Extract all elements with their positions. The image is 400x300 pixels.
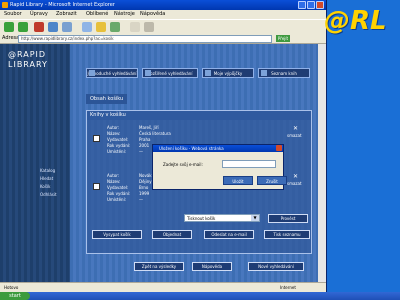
start-button[interactable]: start (0, 292, 30, 300)
tab-book-list[interactable]: Seznam knih (258, 68, 310, 78)
email-dialog: Uložení košíku - Webová stránka Zadejte … (152, 144, 287, 190)
history-icon[interactable] (110, 22, 120, 32)
location-label: Umístění: (107, 149, 127, 154)
stop-icon[interactable] (34, 22, 44, 32)
perform-action-button[interactable]: Provést (268, 214, 308, 223)
address-label: Adresa (2, 35, 20, 41)
tab-my-loans[interactable]: Moje výpůjčky (202, 68, 254, 78)
panel-title: Knihy v košíku (87, 111, 311, 120)
location-value: — (139, 197, 143, 202)
chevron-down-icon: ▼ (251, 215, 259, 221)
mail-icon[interactable] (130, 22, 140, 32)
window-title: Rapid Library - Microsoft Internet Explo… (10, 2, 115, 8)
taskbar: start (0, 292, 400, 300)
ie-icon (2, 2, 8, 8)
new-search-button[interactable]: Nové vyhledávání (248, 262, 304, 271)
save-button[interactable]: Uložit (223, 176, 253, 185)
home-icon[interactable] (62, 22, 72, 32)
left-sidebar: @RAPID LIBRARY Katalog Hledat Košík Odhl… (0, 44, 70, 282)
location-value: — (139, 149, 143, 154)
favorites-icon[interactable] (96, 22, 106, 32)
minimize-button[interactable] (298, 1, 306, 9)
author-label: Autor: (107, 173, 120, 178)
print-icon[interactable] (144, 22, 154, 32)
year-value: 1999 (139, 191, 150, 196)
book-icon (89, 70, 95, 76)
book-icon (145, 70, 151, 76)
email-label: Zadejte svůj e-mail: (163, 162, 203, 167)
scrollbar[interactable] (318, 44, 326, 282)
year-label: Rok vydání: (107, 143, 131, 148)
address-input[interactable]: http://www.rapidlibrary.cz/index.php?ac=… (18, 35, 272, 43)
menu-bar: Soubor Úpravy Zobrazit Oblíbené Nástroje… (0, 10, 326, 19)
status-zone: Internet (280, 285, 296, 290)
sidebar-link-cart[interactable]: Košík (40, 184, 50, 189)
author-value: Mareš, Jiří (139, 125, 159, 130)
year-value: 2001 (139, 143, 150, 148)
status-bar: Hotovo Internet (0, 282, 326, 292)
menu-file[interactable]: Soubor (4, 10, 22, 19)
delete-icon[interactable]: ✕ (293, 125, 298, 132)
tab-simple-search[interactable]: Jednoduché vyhledávání (86, 68, 138, 78)
action-select[interactable]: Tisknout košík ▼ (184, 214, 260, 222)
publisher-value: Praha (139, 137, 151, 142)
back-icon[interactable] (4, 22, 14, 32)
help-button[interactable]: Nápověda (192, 262, 232, 271)
status-text: Hotovo (4, 285, 19, 290)
order-button[interactable]: Objednat (152, 230, 192, 239)
close-button[interactable] (316, 1, 324, 9)
send-email-button[interactable]: Odeslat na e-mail (204, 230, 254, 239)
dialog-title: Uložení košíku - Webová stránka (153, 145, 283, 152)
item-checkbox[interactable] (93, 183, 100, 190)
brand-line1: @RAPID (8, 50, 47, 59)
address-bar: Adresa http://www.rapidlibrary.cz/index.… (0, 34, 326, 44)
title-value: Česká literatura (139, 131, 171, 136)
delete-label[interactable]: smazat (287, 181, 302, 186)
section-title: Obsah košíku (86, 94, 128, 104)
publisher-value: Brno (139, 185, 149, 190)
title-value: Dějiny (139, 179, 152, 184)
email-field[interactable] (222, 160, 276, 168)
year-label: Rok vydání: (107, 191, 131, 196)
toolbar (0, 19, 326, 35)
empty-cart-button[interactable]: Vysypat košík (92, 230, 142, 239)
forward-icon[interactable] (18, 22, 28, 32)
title-label: Název: (107, 179, 121, 184)
refresh-icon[interactable] (48, 22, 58, 32)
menu-tools[interactable]: Nástroje (114, 10, 135, 19)
author-label: Autor: (107, 125, 120, 130)
menu-help[interactable]: Nápověda (140, 10, 165, 19)
book-icon (261, 70, 267, 76)
maximize-button[interactable] (307, 1, 315, 9)
menu-favorites[interactable]: Oblíbené (86, 10, 108, 19)
tab-advanced-search[interactable]: Rozšířené vyhledávání (142, 68, 198, 78)
title-bar: Rapid Library - Microsoft Internet Explo… (0, 0, 326, 10)
item-checkbox[interactable] (93, 135, 100, 142)
print-list-button[interactable]: Tisk seznamu (264, 230, 310, 239)
brand-logo: @RL (324, 6, 387, 36)
publisher-label: Vydavatel: (107, 185, 129, 190)
search-icon[interactable] (82, 22, 92, 32)
browser-window: Rapid Library - Microsoft Internet Explo… (0, 0, 327, 292)
delete-label[interactable]: smazat (287, 133, 302, 138)
back-to-results-button[interactable]: Zpět na výsledky (134, 262, 184, 271)
sidebar-link-logout[interactable]: Odhlásit (40, 192, 57, 197)
sidebar-link-search[interactable]: Hledat (40, 176, 53, 181)
delete-icon[interactable]: ✕ (293, 173, 298, 180)
menu-view[interactable]: Zobrazit (56, 10, 77, 19)
sidebar-link-catalog[interactable]: Katalog (40, 168, 55, 173)
publisher-label: Vydavatel: (107, 137, 129, 142)
brand-line2: LIBRARY (8, 60, 48, 69)
dialog-close-icon[interactable] (276, 145, 282, 151)
menu-edit[interactable]: Úpravy (30, 10, 48, 19)
go-button[interactable]: Přejít (276, 35, 290, 42)
title-label: Název: (107, 131, 121, 136)
book-icon (205, 70, 211, 76)
cancel-button[interactable]: Zrušit (257, 176, 287, 185)
location-label: Umístění: (107, 197, 127, 202)
